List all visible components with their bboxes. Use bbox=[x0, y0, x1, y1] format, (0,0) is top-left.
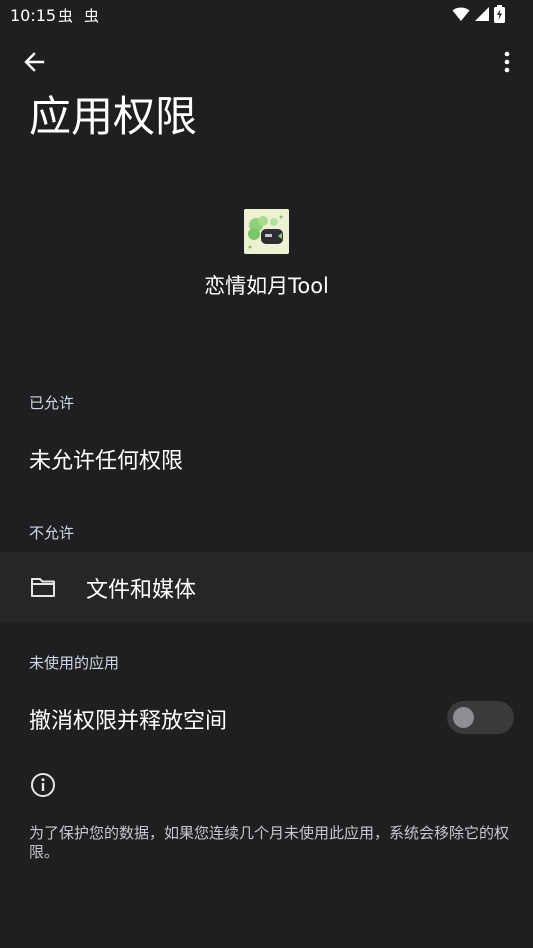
page-title: 应用权限 bbox=[29, 92, 198, 141]
status-time: 10:15 bbox=[10, 6, 57, 25]
revoke-permissions-label: 撤消权限并释放空间 bbox=[29, 709, 228, 734]
more-options-button[interactable] bbox=[495, 44, 519, 80]
section-header-denied: 不允许 bbox=[29, 524, 75, 542]
status-bar: 10:15 虫 虫 bbox=[0, 0, 533, 30]
back-button[interactable] bbox=[16, 44, 52, 80]
app-name: 恋情如月Tool bbox=[204, 274, 329, 298]
section-header-allowed: 已允许 bbox=[29, 394, 75, 412]
revoke-permissions-switch[interactable] bbox=[447, 701, 514, 734]
info-icon bbox=[31, 773, 55, 797]
permission-label: 文件和媒体 bbox=[86, 578, 197, 603]
battery-charging-icon bbox=[494, 5, 505, 23]
no-permissions-text: 未允许任何权限 bbox=[29, 449, 184, 474]
wifi-icon bbox=[452, 7, 470, 21]
app-permissions-screen: 10:15 虫 虫 应用权限 恋情如月Tool 已允许 未允许任何权限 不允许 … bbox=[0, 0, 533, 948]
folder-icon bbox=[31, 578, 55, 597]
permission-row-files-media[interactable]: 文件和媒体 bbox=[0, 552, 533, 622]
cellular-signal-icon bbox=[475, 7, 489, 21]
unused-apps-footnote: 为了保护您的数据，如果您连续几个月未使用此应用，系统会移除它的权限。 bbox=[29, 824, 510, 861]
notification-icon: 虫 bbox=[84, 7, 100, 25]
switch-thumb bbox=[453, 707, 474, 728]
arrow-back-icon bbox=[24, 52, 45, 72]
more-vert-icon bbox=[504, 51, 510, 73]
revoke-permissions-row[interactable]: 撤消权限并释放空间 bbox=[0, 690, 533, 746]
notification-icon: 虫 bbox=[58, 7, 74, 25]
section-header-unused-apps: 未使用的应用 bbox=[29, 654, 120, 672]
app-icon bbox=[244, 209, 289, 254]
status-icons bbox=[452, 5, 505, 23]
